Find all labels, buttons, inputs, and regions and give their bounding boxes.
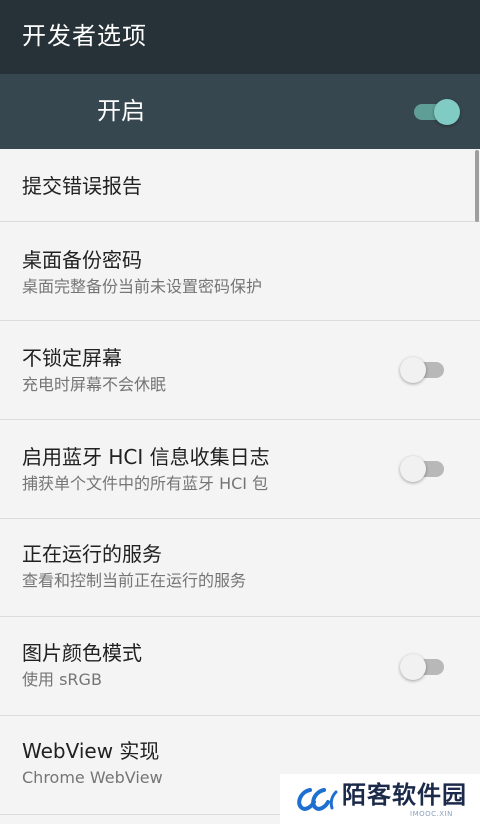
list-item-title: WebView 实现 <box>22 739 160 763</box>
toggle-thumb <box>400 456 426 482</box>
list-item-subtitle: 使用 sRGB <box>22 670 102 689</box>
list-item-title: 图片颜色模式 <box>22 641 142 665</box>
list-item-running-services[interactable]: 正在运行的服务 查看和控制当前正在运行的服务 <box>0 519 480 617</box>
list-item-subtitle: Chrome WebView <box>22 768 163 787</box>
list-item-stay-awake[interactable]: 不锁定屏幕 充电时屏幕不会休眠 <box>0 321 480 420</box>
app-bar: 开发者选项 <box>0 0 480 74</box>
list-item-subtitle: 桌面完整备份当前未设置密码保护 <box>22 277 263 296</box>
toggle-thumb <box>400 357 426 383</box>
watermark-logo-icon <box>297 788 338 811</box>
watermark-subtext: IMOOC.XIN <box>410 810 453 818</box>
master-toggle[interactable] <box>414 99 460 125</box>
scrollbar[interactable] <box>475 150 479 222</box>
toggle-thumb <box>434 99 460 125</box>
page-title: 开发者选项 <box>22 22 147 50</box>
bt-hci-log-toggle[interactable] <box>400 456 444 482</box>
stay-awake-toggle[interactable] <box>400 357 444 383</box>
watermark-text: 陌客软件园 <box>342 780 467 809</box>
list-item-bt-hci-log[interactable]: 启用蓝牙 HCI 信息收集日志 捕获单个文件中的所有蓝牙 HCI 包 <box>0 420 480 519</box>
list-item-title: 提交错误报告 <box>22 174 142 198</box>
list-item-title: 不锁定屏幕 <box>22 346 122 370</box>
list-item-title: 桌面备份密码 <box>22 248 142 272</box>
list-item-title: 启用蓝牙 HCI 信息收集日志 <box>22 445 270 469</box>
list-item-bug-report[interactable]: 提交错误报告 <box>0 149 480 222</box>
toggle-thumb <box>400 654 426 680</box>
list-item-subtitle: 查看和控制当前正在运行的服务 <box>22 571 247 590</box>
master-switch-bar[interactable]: 开启 <box>0 74 480 149</box>
list-item-subtitle: 充电时屏幕不会休眠 <box>22 375 167 394</box>
list-item-title: 正在运行的服务 <box>22 542 162 566</box>
picture-color-mode-toggle[interactable] <box>400 654 444 680</box>
list-item-subtitle: 捕获单个文件中的所有蓝牙 HCI 包 <box>22 474 269 493</box>
watermark: 陌客软件园 IMOOC.XIN <box>280 774 480 824</box>
master-switch-label: 开启 <box>97 97 145 125</box>
list-item-picture-color-mode[interactable]: 图片颜色模式 使用 sRGB <box>0 617 480 716</box>
list-item-backup-password[interactable]: 桌面备份密码 桌面完整备份当前未设置密码保护 <box>0 222 480 321</box>
